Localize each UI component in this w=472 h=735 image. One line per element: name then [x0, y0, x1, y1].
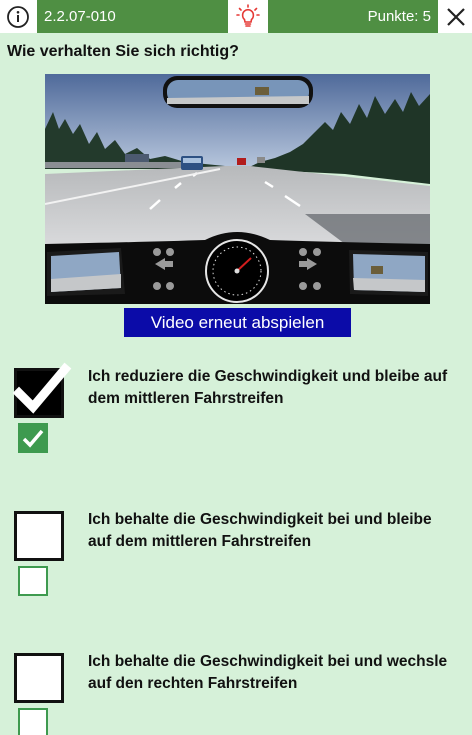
answer-3-text[interactable]: Ich behalte die Geschwindigkeit bei und …	[88, 651, 458, 695]
replay-video-button[interactable]: Video erneut abspielen	[124, 308, 351, 337]
question-text: Wie verhalten Sie sich richtig?	[7, 43, 239, 60]
answer-2-checkbox[interactable]	[14, 511, 64, 561]
top-bar: 2.2.07-010 Punkte: 5	[0, 0, 472, 33]
answer-2-solution-indicator	[18, 566, 48, 596]
close-icon	[447, 7, 465, 26]
score-display: Punkte: 5	[268, 0, 438, 33]
driving-scene-video[interactable]	[45, 74, 430, 304]
checkmark-icon	[22, 429, 44, 448]
rear-view-mirror	[163, 76, 313, 108]
answer-1-text[interactable]: Ich reduziere die Geschwindigkeit und bl…	[88, 366, 458, 410]
checkmark-icon	[12, 362, 72, 414]
info-circle-icon	[7, 5, 29, 28]
answer-1-checkbox[interactable]	[12, 362, 72, 418]
hint-button[interactable]	[228, 0, 268, 33]
question-id: 2.2.07-010	[37, 0, 228, 33]
answer-2-text[interactable]: Ich behalte die Geschwindigkeit bei und …	[88, 509, 458, 553]
speedometer	[205, 239, 269, 303]
answer-3-solution-indicator	[18, 708, 48, 735]
left-side-mirror	[47, 248, 125, 296]
right-side-mirror	[349, 250, 428, 296]
lightbulb-icon	[236, 3, 260, 27]
info-button[interactable]	[0, 0, 36, 33]
answer-3-checkbox[interactable]	[14, 653, 64, 703]
close-button[interactable]	[440, 0, 472, 33]
answer-1-solution-indicator	[18, 423, 48, 453]
